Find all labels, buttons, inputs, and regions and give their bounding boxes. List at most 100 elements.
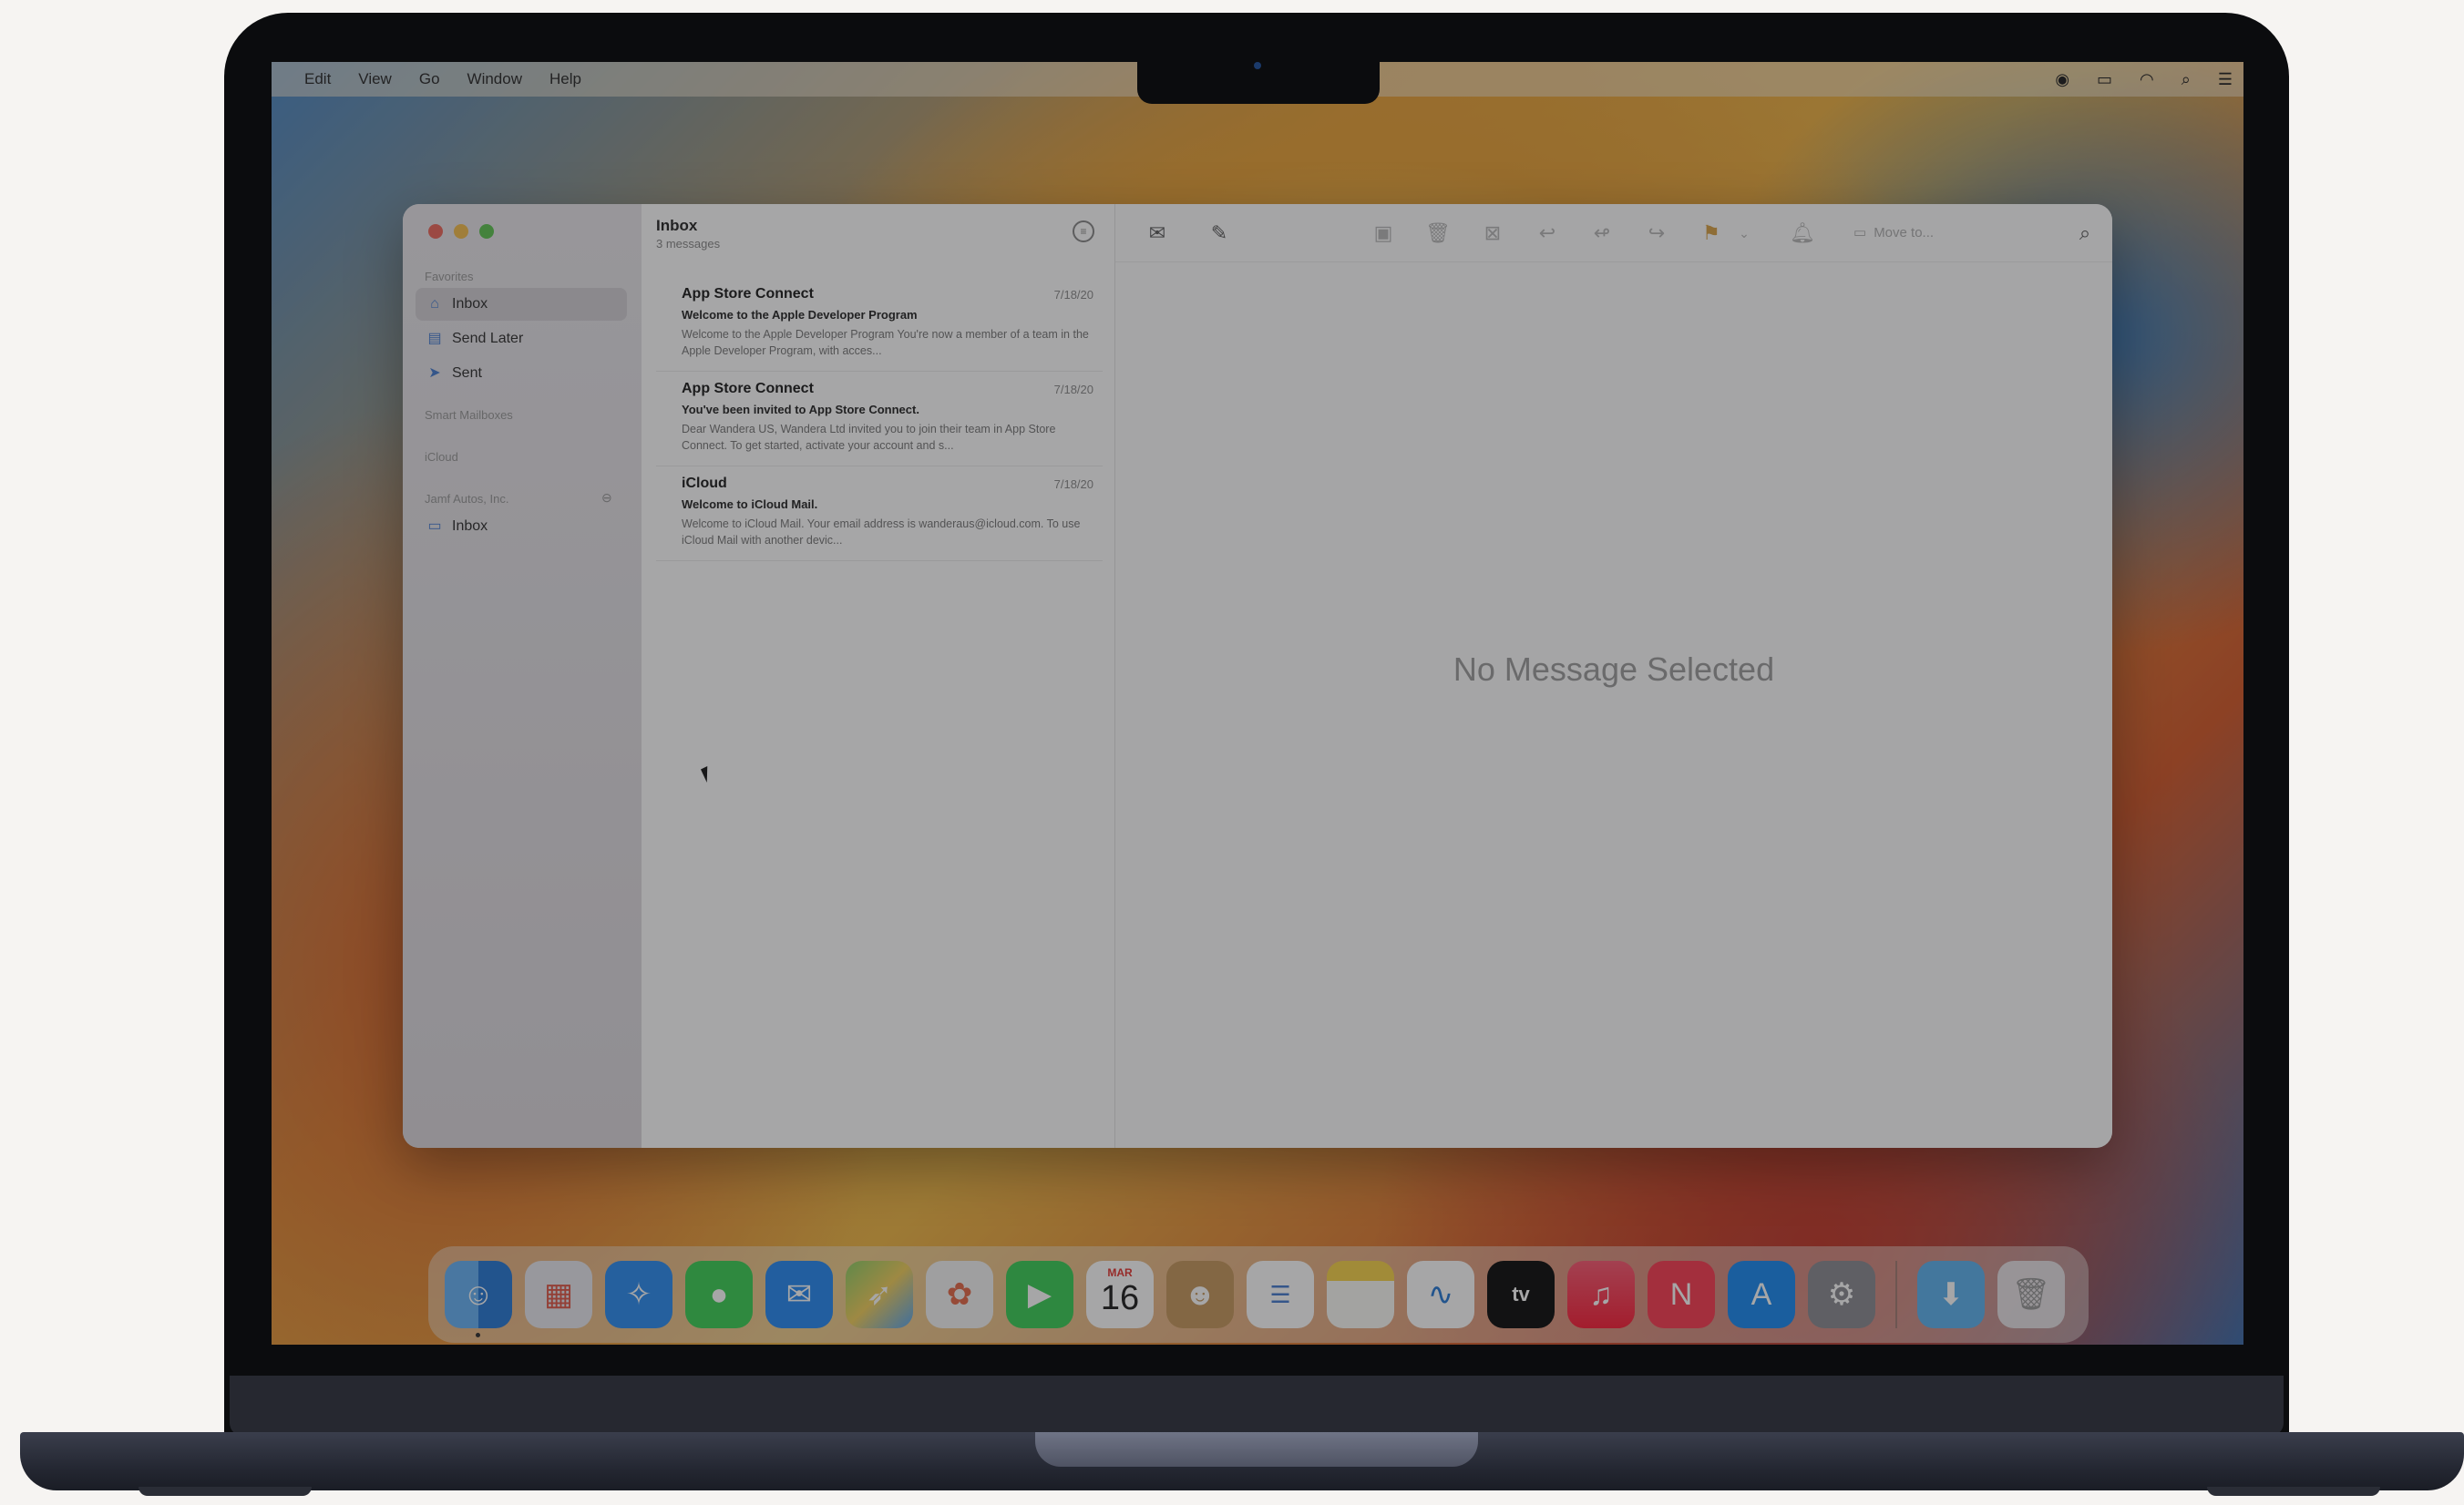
running-indicator [476, 1333, 480, 1337]
move-to-label: Move to... [1874, 224, 1935, 241]
get-mail-icon[interactable]: ✉ [1145, 220, 1170, 246]
message-viewer: ✉ ✎ ▣ 🗑 ⊠ ↩ ↫ ↪ ⚑ ⌄ 🔔︎ ▭ Move to... ⌕ No… [1115, 204, 2112, 1148]
paperplane-icon: ➤ [428, 365, 441, 381]
dock: ☺ ▦ ✧ ● ✉ ➶ ✿ ▶ MAR 16 ☻ ☰ ∿ tv ♫ N A ⚙ … [428, 1246, 2089, 1343]
dock-photos[interactable]: ✿ [926, 1261, 993, 1328]
dock-reminders[interactable]: ☰ [1247, 1261, 1314, 1328]
checklist-icon: ☰ [1269, 1280, 1291, 1308]
archive-icon[interactable]: ▣ [1371, 220, 1396, 246]
trash-icon[interactable]: 🗑 [1425, 220, 1451, 246]
list-item[interactable]: App Store Connect 7/18/20 Welcome to the… [656, 277, 1103, 372]
dock-launchpad[interactable]: ▦ [525, 1261, 592, 1328]
wifi-icon[interactable]: ◠ [2140, 70, 2154, 89]
message-date: 7/18/20 [1053, 383, 1093, 396]
reply-all-icon[interactable]: ↫ [1589, 220, 1615, 246]
control-center-icon[interactable]: ☰ [2218, 70, 2233, 89]
list-item[interactable]: iCloud 7/18/20 Welcome to iCloud Mail. W… [656, 466, 1103, 561]
message-preview: Welcome to iCloud Mail. Your email addre… [682, 517, 1081, 547]
flag-icon[interactable]: ⚑ [1699, 220, 1724, 246]
camera-icon [1254, 62, 1261, 69]
minimize-button[interactable] [454, 224, 468, 239]
freeform-icon: ∿ [1427, 1277, 1454, 1312]
sidebar-item-sent[interactable]: ➤ Sent [416, 357, 627, 390]
dock-music[interactable]: ♫ [1567, 1261, 1635, 1328]
sidebar-item-send-later[interactable]: ▤ Send Later [416, 322, 627, 355]
calendar-month: MAR [1107, 1266, 1133, 1279]
envelope-icon: ✉ [785, 1277, 813, 1312]
message-list: Inbox 3 messages ≡ App Store Connect 7/1… [642, 204, 1115, 1148]
account-status-icon[interactable]: ⊖ [601, 490, 612, 506]
menu-go[interactable]: Go [419, 70, 440, 88]
battery-icon[interactable]: ▭ [2097, 70, 2112, 89]
dock-news[interactable]: N [1648, 1261, 1715, 1328]
laptop-foot-left [139, 1487, 312, 1496]
app-store-icon: A [1750, 1276, 1772, 1312]
junk-icon[interactable]: ⊠ [1480, 220, 1505, 246]
list-count: 3 messages [656, 237, 721, 251]
dock-messages[interactable]: ● [685, 1261, 753, 1328]
message-date: 7/18/20 [1053, 288, 1093, 302]
message-preview: Welcome to the Apple Developer Program Y… [682, 328, 1089, 357]
menu-view[interactable]: View [358, 70, 392, 88]
music-note-icon: ♫ [1589, 1276, 1613, 1312]
move-to-button[interactable]: ▭ Move to... [1853, 219, 2054, 246]
list-item[interactable]: App Store Connect 7/18/20 You've been in… [656, 372, 1103, 466]
message-bubble-icon: ● [709, 1276, 729, 1312]
account-header[interactable]: Jamf Autos, Inc. [425, 492, 509, 506]
dock-calendar[interactable]: MAR 16 [1086, 1261, 1154, 1328]
dock-contacts[interactable]: ☻ [1166, 1261, 1234, 1328]
icloud-header[interactable]: iCloud [425, 450, 458, 464]
menu-help[interactable]: Help [549, 70, 581, 88]
empty-state: No Message Selected [1453, 650, 1775, 688]
dock-app-store[interactable]: A [1728, 1261, 1795, 1328]
dock-system-settings[interactable]: ⚙ [1808, 1261, 1875, 1328]
compose-icon[interactable]: ✎ [1206, 220, 1232, 246]
message-sender: iCloud [682, 476, 727, 491]
search-icon[interactable]: ⌕ [2182, 70, 2191, 89]
tv-icon: tv [1512, 1283, 1530, 1305]
smart-mailboxes-header[interactable]: Smart Mailboxes [425, 408, 513, 422]
compass-icon: ✧ [625, 1277, 652, 1312]
reply-icon[interactable]: ↩ [1535, 220, 1560, 246]
sidebar-item-label: Send Later [452, 331, 524, 346]
menu-window[interactable]: Window [467, 70, 522, 88]
contacts-icon: ☻ [1184, 1276, 1217, 1312]
filter-icon[interactable]: ≡ [1073, 220, 1094, 242]
folder-icon: ▭ [427, 518, 442, 534]
dock-mail[interactable]: ✉ [765, 1261, 833, 1328]
dock-facetime[interactable]: ▶ [1006, 1261, 1073, 1328]
dock-trash[interactable]: 🗑 [1997, 1261, 2065, 1328]
video-camera-icon: ▶ [1027, 1277, 1052, 1312]
dock-safari[interactable]: ✧ [605, 1261, 672, 1328]
record-icon[interactable]: ◉ [2055, 70, 2069, 89]
chevron-down-icon[interactable]: ⌄ [1731, 220, 1757, 246]
search-icon[interactable]: ⌕ [2072, 220, 2098, 246]
sidebar-item-label: Inbox [452, 518, 488, 534]
laptop-foot-right [2207, 1487, 2380, 1496]
trash-icon: 🗑 [2011, 1277, 2051, 1312]
dock-downloads[interactable]: ⬇ [1917, 1261, 1985, 1328]
laptop-mockup: Edit View Go Window Help ◉ ▭ ◠ ⌕ ☰ Favor… [0, 0, 2464, 1505]
sidebar: Favorites ⌂ Inbox ▤ Send Later ➤ Sent Sm… [403, 204, 642, 1148]
folder-icon: ▭ [1853, 225, 1867, 241]
message-preview: Dear Wandera US, Wandera Ltd invited you… [682, 423, 1056, 452]
dock-freeform[interactable]: ∿ [1407, 1261, 1474, 1328]
close-button[interactable] [428, 224, 443, 239]
zoom-button[interactable] [479, 224, 494, 239]
sidebar-item-inbox[interactable]: ⌂ Inbox [416, 288, 627, 321]
photos-icon: ✿ [946, 1277, 973, 1312]
laptop-chin [230, 1376, 2284, 1436]
toolbar: ✉ ✎ ▣ 🗑 ⊠ ↩ ↫ ↪ ⚑ ⌄ 🔔︎ ▭ Move to... ⌕ [1115, 204, 2112, 262]
dock-tv[interactable]: tv [1487, 1261, 1555, 1328]
news-icon: N [1669, 1276, 1693, 1312]
mail-window: Favorites ⌂ Inbox ▤ Send Later ➤ Sent Sm… [403, 204, 2112, 1148]
message-subject: You've been invited to App Store Connect… [682, 403, 919, 416]
dock-notes[interactable] [1327, 1261, 1394, 1328]
gear-icon: ⚙ [1827, 1277, 1856, 1312]
menu-edit[interactable]: Edit [304, 70, 331, 88]
dock-finder[interactable]: ☺ [445, 1261, 512, 1337]
bell-icon[interactable]: 🔔︎ [1790, 220, 1815, 246]
sidebar-item-account-inbox[interactable]: ▭ Inbox [416, 510, 627, 543]
dock-maps[interactable]: ➶ [846, 1261, 913, 1328]
forward-icon[interactable]: ↪ [1644, 220, 1669, 246]
